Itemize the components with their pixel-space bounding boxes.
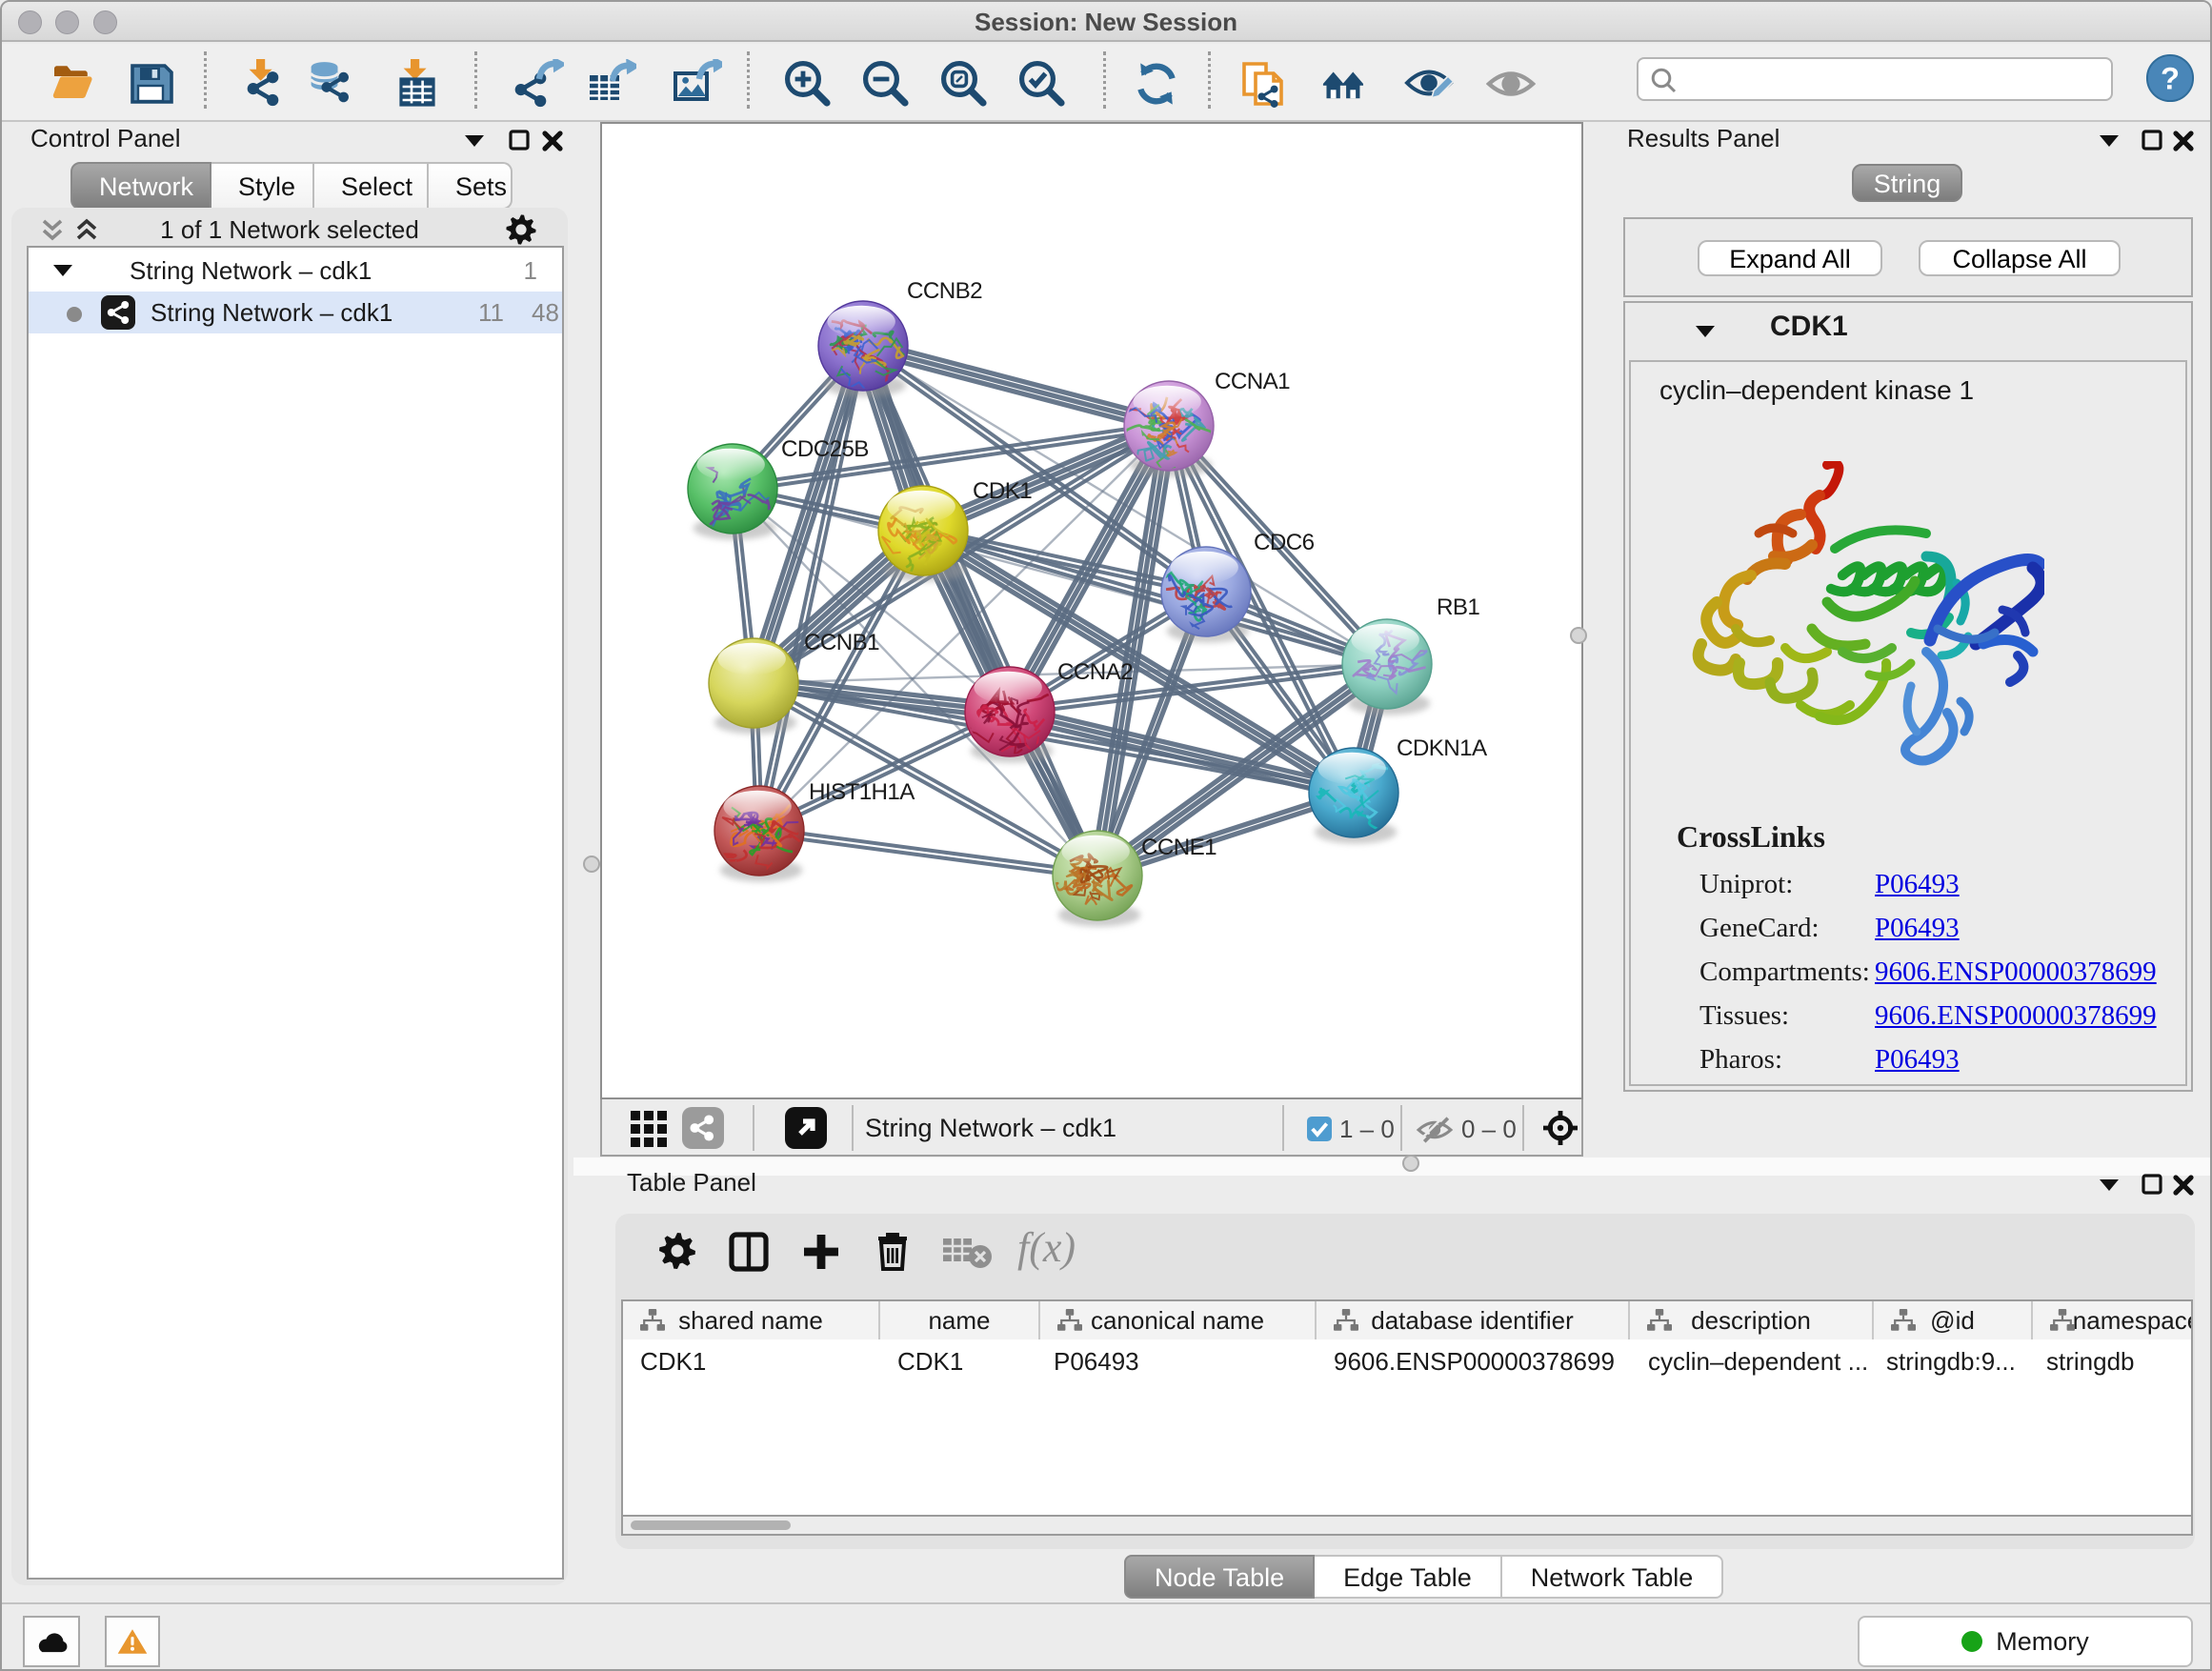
svg-text:CCNB1: CCNB1 [804, 630, 879, 655]
svg-text:CCNB2: CCNB2 [907, 278, 982, 304]
svg-text:CCNA2: CCNA2 [1057, 659, 1133, 685]
svg-text:RB1: RB1 [1437, 594, 1479, 620]
svg-text:?: ? [2161, 61, 2180, 96]
svg-text:HIST1H1A: HIST1H1A [809, 779, 915, 805]
svg-text:CDK1: CDK1 [973, 478, 1032, 504]
svg-text:CDC25B: CDC25B [781, 436, 869, 462]
svg-text:CCNA1: CCNA1 [1215, 369, 1290, 394]
svg-text:CDC6: CDC6 [1254, 530, 1315, 555]
svg-text:CDKN1A: CDKN1A [1397, 735, 1488, 761]
svg-text:CCNE1: CCNE1 [1141, 835, 1217, 860]
